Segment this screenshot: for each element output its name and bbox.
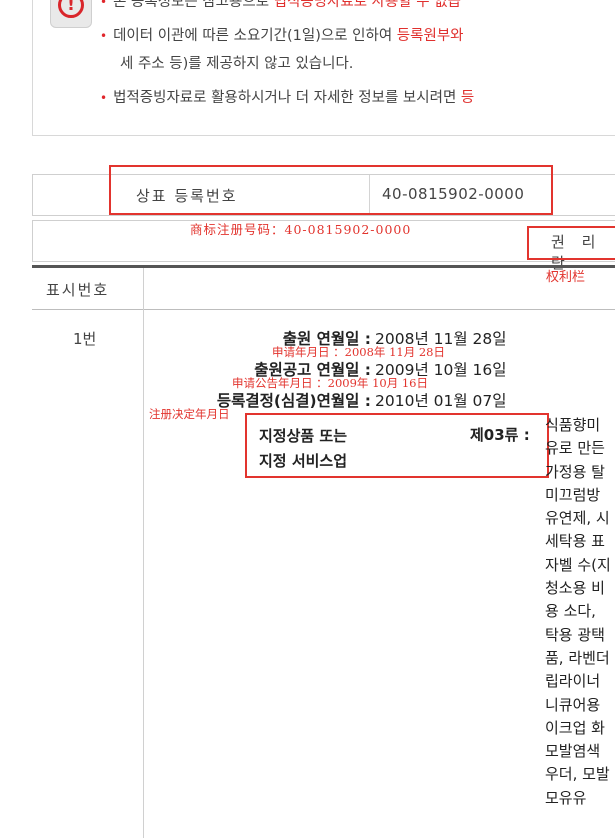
- designated-goods-label: 지정상품 또는 지정 서비스업: [259, 427, 348, 470]
- class-label: 제03류 :: [470, 426, 530, 444]
- goods-line: 유연제, 시: [545, 509, 610, 528]
- registration-decision-date-annotation: 注册决定年月日: [149, 407, 230, 421]
- table-top-border: [32, 265, 615, 268]
- table-column-divider: [143, 268, 144, 838]
- goods-list: 식품향미 유로 만든 가정용 탈 미끄럼방 유연제, 시 세탁용 표 자벨 수(…: [545, 414, 611, 810]
- row-number: 1번: [73, 330, 97, 348]
- goods-line: 청소용 비: [545, 579, 605, 598]
- registration-decision-date-value: 2010년 01월 07일: [375, 392, 507, 410]
- notice-line-4: • 법적증빙자료로 활용하시거나 더 자세한 정보를 보시려면 등: [100, 90, 475, 106]
- goods-line: 모발염색: [545, 742, 601, 761]
- goods-line: 탁용 광택: [545, 625, 605, 644]
- goods-line: 모유유: [545, 788, 587, 807]
- goods-line: 이크업 화: [545, 718, 605, 737]
- rights-annotation: 权利栏: [546, 270, 586, 285]
- notice-line-3: 세 주소 등)를 제공하지 않고 있습니다.: [120, 56, 354, 72]
- goods-line: 자벨 수(지: [545, 555, 611, 574]
- goods-line: 니큐어용: [545, 695, 601, 714]
- goods-line: 립라이너: [545, 672, 601, 691]
- header-display-number: 표시번호: [46, 281, 110, 299]
- registration-decision-date-label: 등록결정(심결)연월일 :: [216, 392, 371, 410]
- goods-line: 식품향미: [545, 416, 601, 434]
- goods-line: 세탁용 표: [545, 532, 605, 551]
- alert-icon: !: [50, 0, 92, 28]
- highlight-box-rights: [527, 226, 615, 260]
- goods-line: 가정용 탈: [545, 462, 605, 481]
- goods-line: 용 소다,: [545, 602, 596, 621]
- table-header-border: [32, 309, 615, 310]
- goods-line: 우더, 모발: [545, 765, 610, 784]
- highlight-box-registration: [109, 165, 553, 215]
- goods-line: 유로 만든: [545, 439, 605, 458]
- notice-line-1: • 본 등록정보는 참고용으로 법적증빙자료로 사용할 수 없습: [100, 0, 461, 10]
- goods-line: 품, 라벤더: [545, 648, 610, 667]
- goods-line: 미끄럼방: [545, 485, 601, 504]
- notice-line-2: • 데이터 이관에 따른 소요기간(1일)으로 인하여 등록원부와: [100, 28, 464, 44]
